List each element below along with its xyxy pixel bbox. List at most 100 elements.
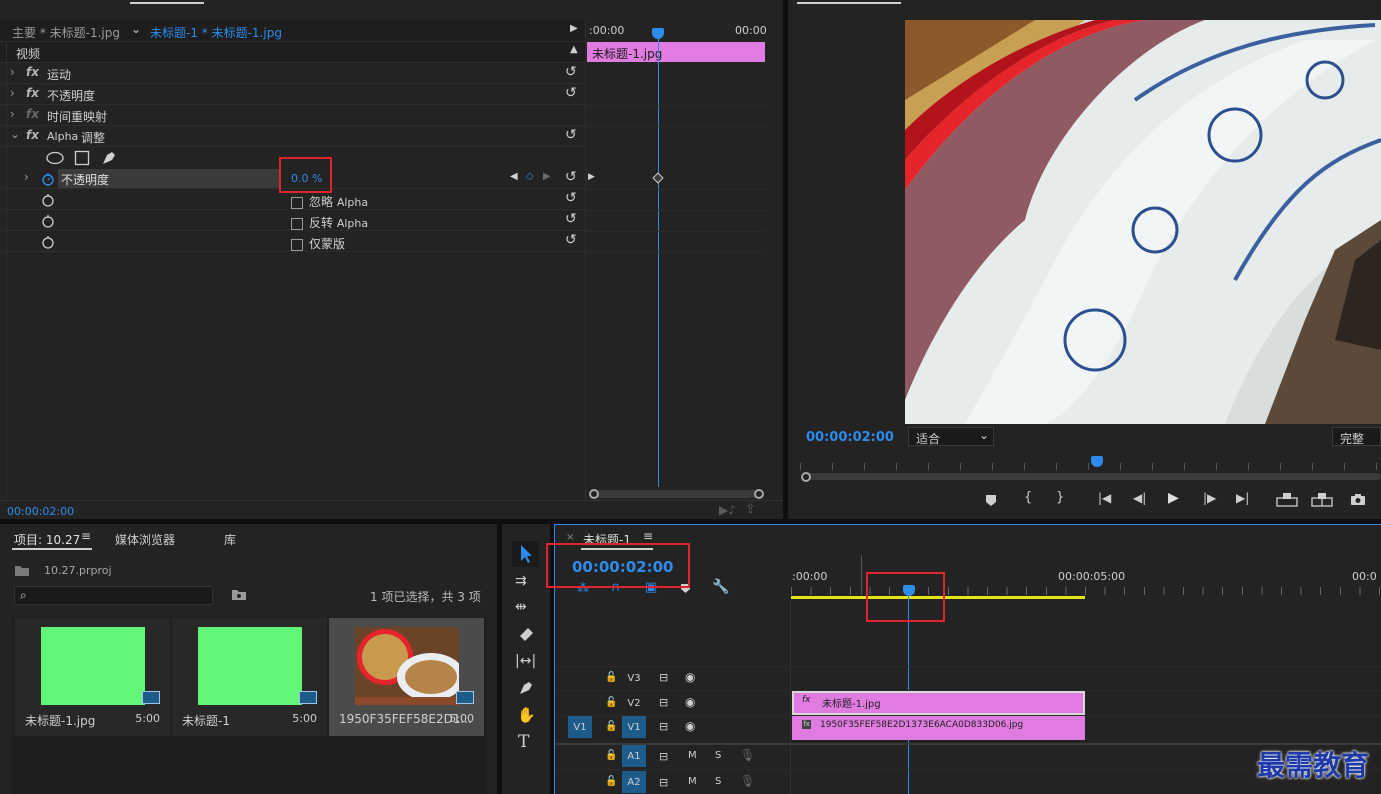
fit-dropdown[interactable]: 适合 ⌄ [908,427,994,446]
extract-icon[interactable] [1311,492,1333,507]
eye-icon[interactable]: ◉ [685,670,695,684]
program-zoom-handle[interactable] [801,472,811,482]
project-item[interactable]: 未标题-1 5:00 [172,618,327,736]
clip-v1[interactable]: fx 1950F35FEF58E2D1373E6ACA0D833D06.jpg [792,716,1085,740]
eye-icon[interactable]: ◉ [685,719,695,733]
wrench-icon[interactable]: 🔧 [712,579,729,595]
step-forward-icon[interactable]: |▶ [1203,491,1216,505]
fx-icon[interactable]: fx [26,86,39,100]
collapse-chevron-icon[interactable]: ⌄ [10,127,20,141]
clip-tab[interactable]: 未标题-1 * 未标题-1.jpg [150,24,282,41]
lock-icon[interactable]: 🔓 [605,697,617,708]
razor-tool-icon[interactable] [517,626,535,642]
lift-icon[interactable] [1276,492,1298,507]
checkbox-box[interactable] [291,217,303,230]
effect-time-remap[interactable]: › fx 时间重映射 [0,105,585,126]
ellipse-mask-icon[interactable] [45,151,65,165]
play-icon[interactable]: ▶ [1168,490,1179,506]
effect-alpha-adjust[interactable]: ⌄ fx Alpha 调整 ↺ [0,126,585,147]
stopwatch-icon[interactable] [41,234,55,249]
keyframe-nav-icon[interactable]: ▶ [588,172,595,182]
ec-zoom-handle-right[interactable] [754,489,764,499]
lock-icon[interactable]: 🔓 [605,776,617,787]
camera-icon[interactable] [1350,493,1366,506]
type-tool-icon[interactable]: T [518,732,529,752]
master-clip-tab[interactable]: 主要 * 未标题-1.jpg [12,24,120,41]
add-keyframe-icon[interactable]: ◇ [526,171,534,182]
ignore-alpha-checkbox[interactable]: 忽略 Alpha [291,193,368,210]
tab-library[interactable]: 库 [224,531,236,548]
slip-tool-icon[interactable]: |↔| [515,653,536,669]
effect-opacity[interactable]: › fx 不透明度 ↺ [0,84,585,105]
reset-icon[interactable]: ↺ [565,190,577,206]
reset-icon[interactable]: ↺ [565,211,577,227]
panel-menu-icon[interactable]: ≡ [643,529,653,543]
stopwatch-icon[interactable] [41,171,55,186]
stopwatch-icon[interactable] [41,192,55,207]
new-search-bin-icon[interactable] [231,588,247,601]
fx-icon[interactable]: fx [26,128,39,142]
hand-tool-icon[interactable]: ✋ [517,706,536,724]
play-only-icon[interactable]: ▶ [570,23,578,34]
effect-motion[interactable]: › fx 运动 ↺ [0,63,585,84]
track-v1-target[interactable]: V1 [622,716,646,738]
lock-icon[interactable]: 🔓 [605,672,617,683]
reset-icon[interactable]: ↺ [565,85,577,101]
close-tab-icon[interactable]: × [566,532,574,543]
search-input[interactable]: ⌕ [14,586,213,605]
microphone-icon[interactable]: 🎙 [740,774,755,788]
panel-menu-icon[interactable]: ≡ [81,529,91,543]
mask-only-checkbox[interactable]: 仅蒙版 [291,235,345,252]
selection-tool-icon[interactable] [519,544,533,564]
reset-icon[interactable]: ↺ [565,64,577,80]
program-timecode[interactable]: 00:00:02:00 [806,430,894,445]
go-to-in-icon[interactable]: |◀ [1098,491,1111,505]
step-back-icon[interactable]: ◀| [1133,491,1146,505]
tab-project[interactable]: 项目: 10.27 [14,531,80,548]
checkbox-box[interactable] [291,238,303,251]
reset-icon[interactable]: ↺ [565,127,577,143]
track-a1-target[interactable]: A1 [622,745,646,767]
pen-tool-icon[interactable] [517,679,535,697]
sync-lock-icon[interactable]: ⊟ [659,720,668,733]
play-audio-icon[interactable]: ▶♪ [719,503,736,517]
microphone-icon[interactable]: 🎙 [740,748,755,762]
ripple-edit-tool-icon[interactable]: ⇹ [515,599,527,615]
chevron-down-icon[interactable]: ⌄ [131,22,141,36]
track-select-tool-icon[interactable]: ⇉ [515,573,527,589]
checkbox-box[interactable] [291,196,303,209]
track-v2-target[interactable]: V2 [622,692,646,714]
stopwatch-icon[interactable] [41,213,55,228]
sync-lock-icon[interactable]: ⊟ [659,671,668,684]
expand-chevron-icon[interactable]: › [10,107,15,121]
collapse-up-icon[interactable]: ▲ [570,44,578,55]
ec-playhead-handle[interactable] [652,28,664,39]
fx-icon[interactable]: fx [26,65,39,79]
sync-lock-icon[interactable]: ⊟ [659,696,668,709]
project-item-selected[interactable]: 1950F35FEF58E2D1... 5:00 [329,618,484,736]
go-to-out-icon[interactable]: ▶| [1236,491,1249,505]
ec-timecode[interactable]: 00:00:02:00 [7,505,74,518]
prev-keyframe-icon[interactable]: ◀ [510,171,518,182]
ec-zoom-handle-left[interactable] [589,489,599,499]
track-a2-target[interactable]: A2 [622,771,646,793]
source-v1-patch[interactable]: V1 [568,716,592,738]
solo-button[interactable]: S [715,776,721,787]
expand-chevron-icon[interactable]: › [10,86,15,100]
mute-button[interactable]: M [688,750,697,761]
mute-button[interactable]: M [688,776,697,787]
pen-mask-icon[interactable] [100,149,118,167]
rectangle-mask-icon[interactable] [74,150,90,166]
sync-lock-icon[interactable]: ⊟ [659,750,668,763]
add-marker-icon[interactable] [985,494,997,507]
expand-chevron-icon[interactable]: › [24,170,29,184]
keyframe-diamond[interactable] [652,172,664,184]
lock-icon[interactable]: 🔓 [605,721,617,732]
tab-media-browser[interactable]: 媒体浏览器 [115,531,175,548]
invert-alpha-checkbox[interactable]: 反转 Alpha [291,214,368,231]
sync-lock-icon[interactable]: ⊟ [659,776,668,789]
next-keyframe-icon[interactable]: ▶ [543,171,551,182]
solo-button[interactable]: S [715,750,721,761]
reset-icon[interactable]: ↺ [565,232,577,248]
mark-in-icon[interactable]: { [1024,490,1032,505]
